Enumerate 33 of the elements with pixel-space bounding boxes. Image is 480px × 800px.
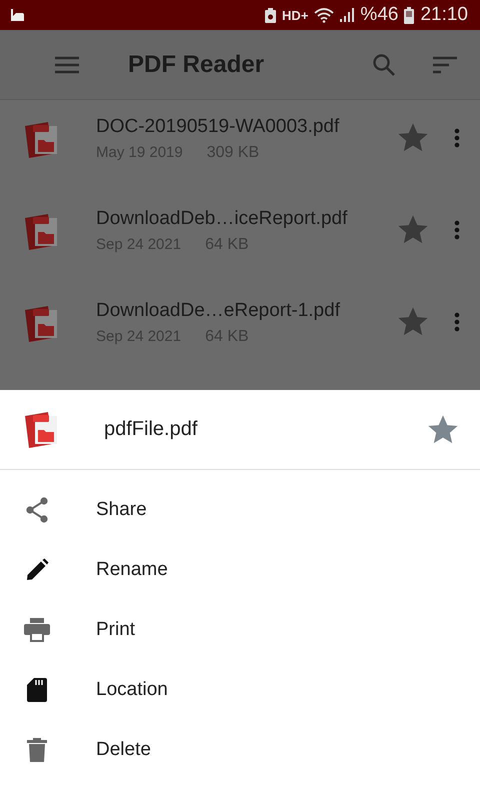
battery-icon <box>404 6 414 24</box>
pencil-icon <box>25 558 49 582</box>
print-menu-item[interactable]: Print <box>0 600 480 660</box>
battery-percent: %46 <box>360 4 398 26</box>
star-button[interactable] <box>396 122 430 154</box>
trash-icon <box>27 738 47 762</box>
more-options-button[interactable] <box>454 312 460 332</box>
signal-icon <box>340 8 354 22</box>
app-title: PDF Reader <box>128 50 266 78</box>
file-name: pdfFile.pdf <box>104 418 198 441</box>
star-button[interactable] <box>396 306 430 338</box>
search-button[interactable] <box>372 52 396 76</box>
share-icon <box>25 497 49 523</box>
file-name: DownloadDeb…iceReport.pdf <box>96 208 348 230</box>
rename-menu-item[interactable]: Rename <box>0 540 480 600</box>
share-menu-item[interactable]: Share <box>0 480 480 540</box>
more-options-button[interactable] <box>454 220 460 240</box>
wifi-icon <box>314 8 334 22</box>
clock-time: 21:10 <box>420 4 468 26</box>
sort-button[interactable] <box>432 54 458 74</box>
star-button[interactable] <box>426 414 460 446</box>
menu-button[interactable] <box>54 54 80 74</box>
sim-icon <box>265 8 276 22</box>
file-name: DownloadDe…eReport-1.pdf <box>96 300 341 322</box>
star-button[interactable] <box>396 214 430 246</box>
sd-card-icon <box>27 678 47 702</box>
delete-menu-item[interactable]: Delete <box>0 720 480 780</box>
printer-icon <box>24 618 50 642</box>
file-name: DOC-20190519-WA0003.pdf <box>96 116 340 138</box>
location-menu-item[interactable]: Location <box>0 660 480 720</box>
notification-icon <box>10 9 24 21</box>
more-options-button[interactable] <box>454 128 460 148</box>
network-type: HD+ <box>282 8 308 22</box>
